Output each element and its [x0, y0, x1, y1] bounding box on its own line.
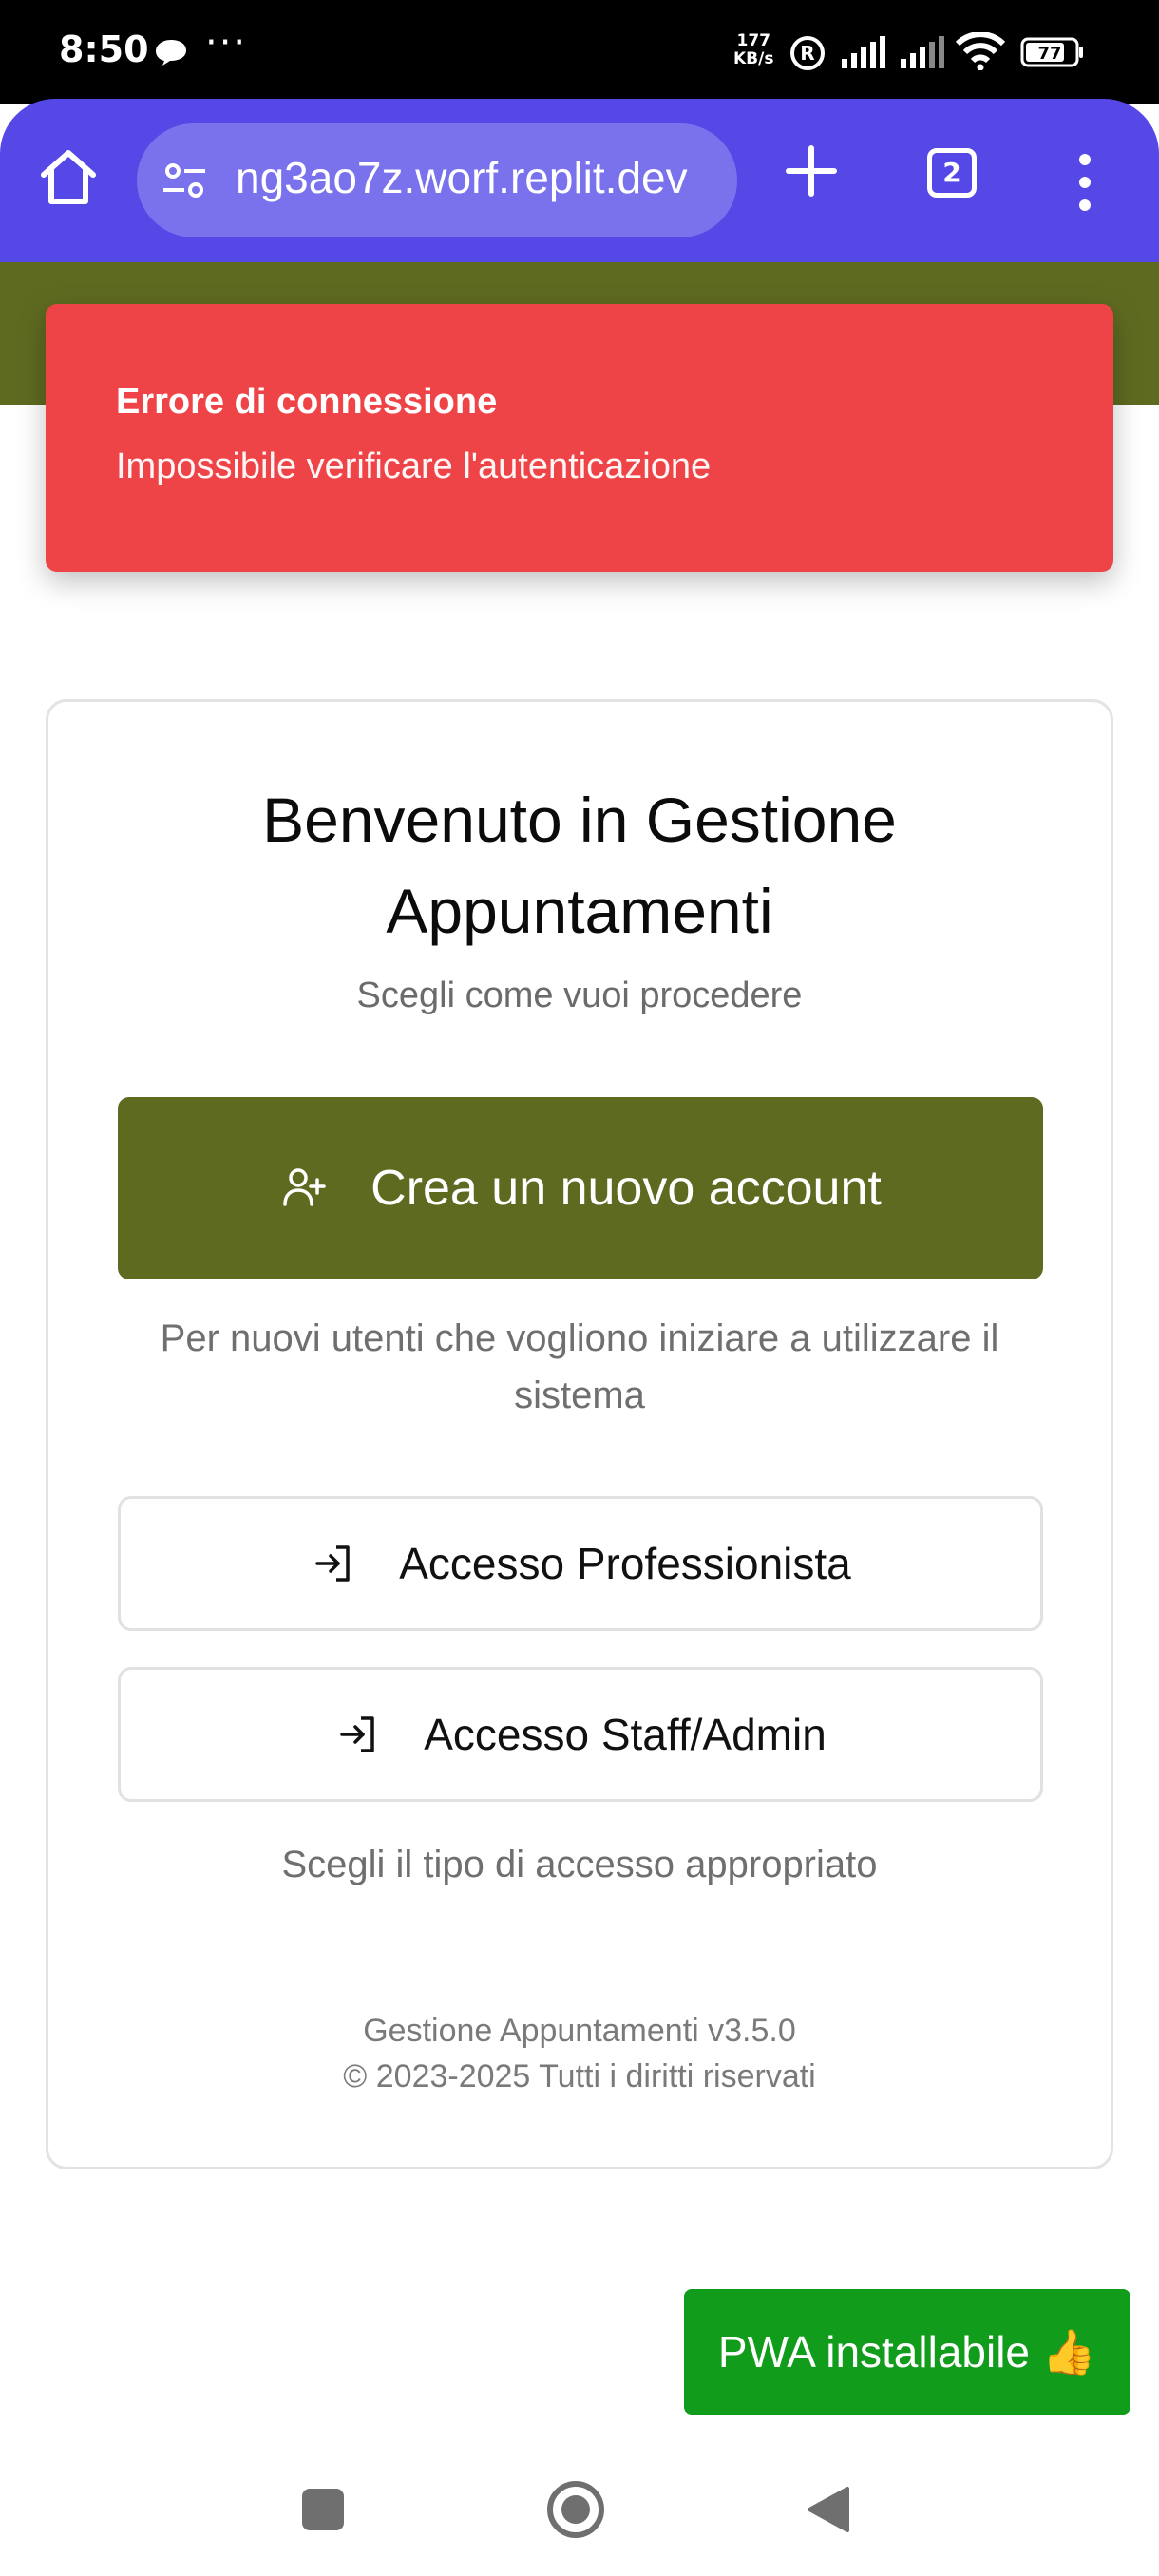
wifi-icon [956, 32, 1005, 70]
network-speed-value: 177 [736, 31, 770, 50]
system-navigation-bar [0, 2451, 1159, 2576]
back-icon[interactable] [806, 2485, 851, 2534]
staff-admin-login-label: Accesso Staff/Admin [424, 1710, 826, 1759]
chat-bubble-icon [156, 40, 186, 66]
toast-title: Errore di connessione [116, 382, 498, 422]
professional-login-label: Accesso Professionista [399, 1539, 851, 1588]
home-circle-icon[interactable] [545, 2479, 606, 2540]
toast-message: Impossibile verificare l'autenticazione [116, 446, 712, 486]
login-icon [340, 1716, 374, 1752]
tab-switcher-button[interactable]: 2 [927, 148, 977, 198]
more-notifications-icon: ··· [205, 21, 248, 65]
app-version: Gestione Appuntamenti v3.5.0 [363, 2013, 796, 2049]
browser-toolbar: ng3ao7z.worf.replit.dev 2 [0, 99, 1159, 262]
battery-icon: 77 [1020, 37, 1083, 67]
site-settings-icon[interactable] [162, 161, 207, 199]
battery-level: 77 [1037, 44, 1061, 64]
network-speed: 177 KB/s [733, 32, 773, 68]
user-plus-icon [283, 1168, 326, 1206]
page-title-line1: Benvenuto in Gestione [262, 785, 897, 855]
signal-icon [842, 36, 885, 68]
url-text[interactable]: ng3ao7z.worf.replit.dev [236, 152, 688, 203]
copyright-text: © 2023-2025 Tutti i diritti riservati [343, 2058, 816, 2094]
create-account-button[interactable]: Crea un nuovo account [118, 1097, 1043, 1279]
signal-icon [901, 36, 944, 68]
login-icon [315, 1545, 350, 1582]
address-bar[interactable]: ng3ao7z.worf.replit.dev [137, 123, 737, 237]
page-title: Benvenuto in Gestione Appuntamenti [48, 774, 1111, 957]
error-toast[interactable]: Errore di connessione Impossibile verifi… [46, 304, 1113, 572]
welcome-card: Benvenuto in Gestione Appuntamenti Scegl… [46, 699, 1113, 2169]
status-time: 8:50 [59, 28, 149, 70]
pwa-installable-badge[interactable]: PWA installabile 👍 [684, 2289, 1130, 2415]
professional-login-button[interactable]: Accesso Professionista [118, 1496, 1043, 1631]
create-account-label: Crea un nuovo account [370, 1161, 882, 1216]
home-icon[interactable] [36, 144, 101, 209]
new-tab-icon[interactable] [783, 142, 840, 199]
staff-admin-login-button[interactable]: Accesso Staff/Admin [118, 1667, 1043, 1802]
status-bar: 8:50 ··· 177 KB/s R 77 [0, 0, 1159, 104]
overflow-menu-icon[interactable] [1075, 152, 1094, 213]
registered-icon: R [790, 36, 825, 70]
login-hint: Scegli il tipo di accesso appropriato [281, 1844, 878, 1885]
page-subtitle: Scegli come vuoi procedere [356, 975, 803, 1015]
page-title-line2: Appuntamenti [386, 876, 773, 946]
network-speed-unit: KB/s [733, 49, 774, 68]
recents-icon[interactable] [302, 2489, 344, 2530]
create-account-hint: Per nuovi utenti che vogliono iniziare a… [160, 1317, 999, 1416]
